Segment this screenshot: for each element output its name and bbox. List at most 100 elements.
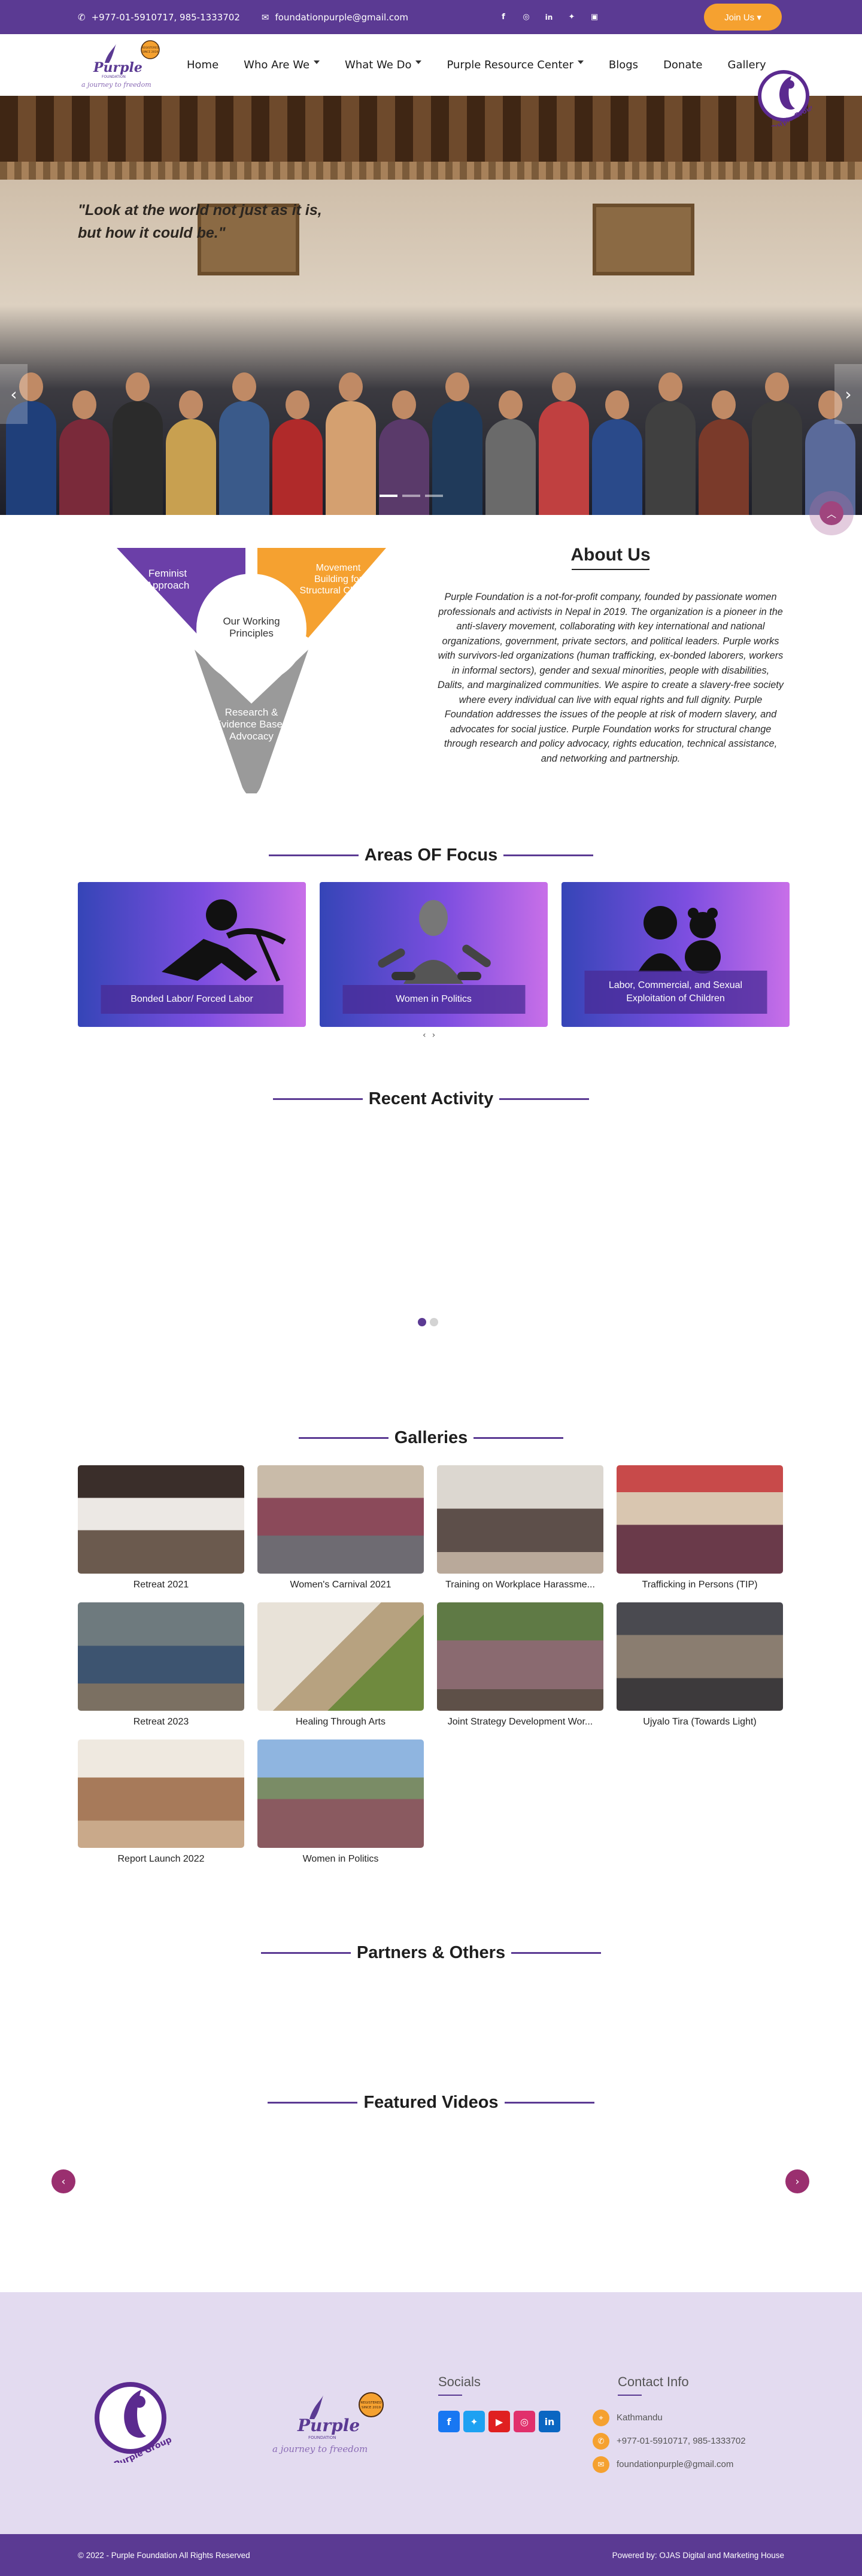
facebook-icon[interactable]: f <box>438 2411 460 2432</box>
photo-person <box>592 419 642 515</box>
chevron-right-icon[interactable]: › <box>432 1031 436 1040</box>
svg-text:a journey to freedom: a journey to freedom <box>81 81 151 89</box>
footer-phone[interactable]: ✆ +977-01-5910717, 985-1333702 <box>593 2429 746 2453</box>
hero-group-photo <box>0 353 862 515</box>
svg-text:SINCE 2019: SINCE 2019 <box>362 2406 381 2410</box>
footer-contact-list: ⌖ Kathmandu ✆ +977-01-5910717, 985-1333702… <box>593 2406 746 2476</box>
purple-foundation-footer-logo[interactable]: Purple FOUNDATION a journey to freedom R… <box>272 2382 392 2466</box>
top-phone[interactable]: ✆ +977-01-5910717, 985-1333702 <box>78 12 240 23</box>
videos-prev-button[interactable]: ‹ <box>51 2169 75 2193</box>
photo-head <box>126 372 150 401</box>
photo-head <box>232 372 256 401</box>
facebook-icon[interactable]: f <box>498 12 509 23</box>
purple-group-footer-logo[interactable]: The Purple Group <box>89 2379 174 2478</box>
hero-wall-carving <box>593 204 694 275</box>
nav-who-are-we[interactable]: Who Are We <box>244 59 320 71</box>
hero-frieze <box>0 162 862 180</box>
about-title: About Us <box>419 545 802 570</box>
photo-head <box>179 390 203 419</box>
primary-nav: Home Who Are We What We Do Purple Resour… <box>187 34 791 96</box>
nav-home[interactable]: Home <box>187 59 218 71</box>
focus-heading: Areas OF Focus <box>0 845 862 865</box>
top-social-links: f ◎ in ✦ ▣ <box>498 0 600 34</box>
gallery-item[interactable]: Report Launch 2022 <box>78 1739 244 1866</box>
photo-head <box>605 390 629 419</box>
phone-icon: ✆ <box>593 2432 609 2450</box>
copyright-bar: © 2022 - Purple Foundation All Rights Re… <box>0 2534 862 2576</box>
purple-group-logo[interactable]: The Purple Group <box>755 69 817 140</box>
recent-heading: Recent Activity <box>0 1089 862 1109</box>
photo-person <box>539 401 589 515</box>
flickr-icon[interactable]: ▣ <box>589 12 600 23</box>
hero-slider: "Look at the world not just as it is, bu… <box>0 96 862 515</box>
carousel-dot[interactable] <box>430 1318 438 1326</box>
gallery-item[interactable]: Ujyalo Tira (Towards Light) <box>617 1602 783 1729</box>
youtube-icon[interactable]: ▶ <box>488 2411 510 2432</box>
mail-icon: ✉ <box>593 2456 609 2473</box>
main-navbar: Purple FOUNDATION a journey to freedom R… <box>0 34 862 140</box>
svg-text:REGISTERED: REGISTERED <box>142 46 159 50</box>
photo-person <box>326 401 376 515</box>
gallery-thumbnail <box>617 1602 783 1711</box>
purple-foundation-logo[interactable]: Purple FOUNDATION a journey to freedom R… <box>78 39 168 90</box>
top-email[interactable]: ✉ foundationpurple@gmail.com <box>262 12 408 23</box>
recent-carousel-dots <box>418 1318 438 1326</box>
twitter-icon[interactable]: ✦ <box>566 12 577 23</box>
gallery-thumbnail <box>257 1602 424 1711</box>
photo-person <box>113 401 163 515</box>
photo-head <box>712 390 736 419</box>
nav-donate[interactable]: Donate <box>663 59 702 71</box>
about-section: ' FeministApproach MovementBuilding forS… <box>0 515 862 817</box>
gallery-item[interactable]: Women in Politics <box>257 1739 424 1866</box>
focus-card-bonded-labor[interactable]: Bonded Labor/ Forced Labor <box>78 882 306 1027</box>
gallery-item[interactable]: Women's Carnival 2021 <box>257 1465 424 1592</box>
logo-sub: FOUNDATION <box>102 75 126 79</box>
footer: The Purple Group Purple FOUNDATION a jou… <box>0 2292 862 2534</box>
gallery-item[interactable]: Training on Workplace Harassme... <box>437 1465 603 1592</box>
gallery-item[interactable]: Healing Through Arts <box>257 1602 424 1729</box>
photo-head <box>392 390 416 419</box>
focus-card-child-exploitation[interactable]: Labor, Commercial, and Sexual Exploitati… <box>561 882 790 1027</box>
footer-location: ⌖ Kathmandu <box>593 2406 746 2429</box>
recent-activity-section: Recent Activity <box>0 1089 862 1428</box>
gallery-thumbnail <box>78 1602 244 1711</box>
instagram-icon[interactable]: ◎ <box>514 2411 535 2432</box>
hero-indicator[interactable] <box>380 495 397 497</box>
footer-socials-title: Socials <box>438 2374 481 2396</box>
gallery-thumbnail <box>257 1465 424 1574</box>
nav-resource-center[interactable]: Purple Resource Center <box>447 59 583 71</box>
join-us-button[interactable]: Join Us ▾ <box>704 4 782 31</box>
powered-by-link[interactable]: Powered by: OJAS Digital and Marketing H… <box>612 2551 784 2560</box>
nav-blogs[interactable]: Blogs <box>609 59 638 71</box>
scroll-top-button[interactable]: ︿ <box>809 491 854 535</box>
footer-social-links: f ✦ ▶ ◎ in <box>438 2411 560 2432</box>
hero-indicator[interactable] <box>425 495 443 497</box>
photo-person <box>219 401 269 515</box>
instagram-icon[interactable]: ◎ <box>521 12 532 23</box>
gallery-item[interactable]: Retreat 2021 <box>78 1465 244 1592</box>
photo-person <box>485 419 536 515</box>
gallery-thumbnail <box>437 1602 603 1711</box>
videos-next-button[interactable]: › <box>785 2169 809 2193</box>
carousel-dot[interactable] <box>418 1318 426 1326</box>
chevron-left-icon[interactable]: ‹ <box>423 1031 426 1040</box>
twitter-icon[interactable]: ✦ <box>463 2411 485 2432</box>
hero-indicator[interactable] <box>402 495 420 497</box>
photo-person <box>752 401 802 515</box>
phone-icon: ✆ <box>78 11 86 23</box>
gallery-item[interactable]: Trafficking in Persons (TIP) <box>617 1465 783 1592</box>
photo-person <box>432 401 482 515</box>
linkedin-icon[interactable]: in <box>539 2411 560 2432</box>
nav-what-we-do[interactable]: What We Do <box>345 59 421 71</box>
gallery-item[interactable]: Joint Strategy Development Wor... <box>437 1602 603 1729</box>
hero-next-arrow[interactable]: › <box>834 364 862 424</box>
photo-person <box>379 419 429 515</box>
focus-card-women-politics[interactable]: Women in Politics <box>320 882 548 1027</box>
hero-prev-arrow[interactable]: ‹ <box>0 364 28 424</box>
footer-email[interactable]: ✉ foundationpurple@gmail.com <box>593 2453 746 2476</box>
photo-person <box>645 401 696 515</box>
focus-carousel-nav: ‹ › <box>423 1031 435 1040</box>
linkedin-icon[interactable]: in <box>544 12 554 23</box>
chevron-left-icon: ‹ <box>61 2175 66 2188</box>
gallery-item[interactable]: Retreat 2023 <box>78 1602 244 1729</box>
